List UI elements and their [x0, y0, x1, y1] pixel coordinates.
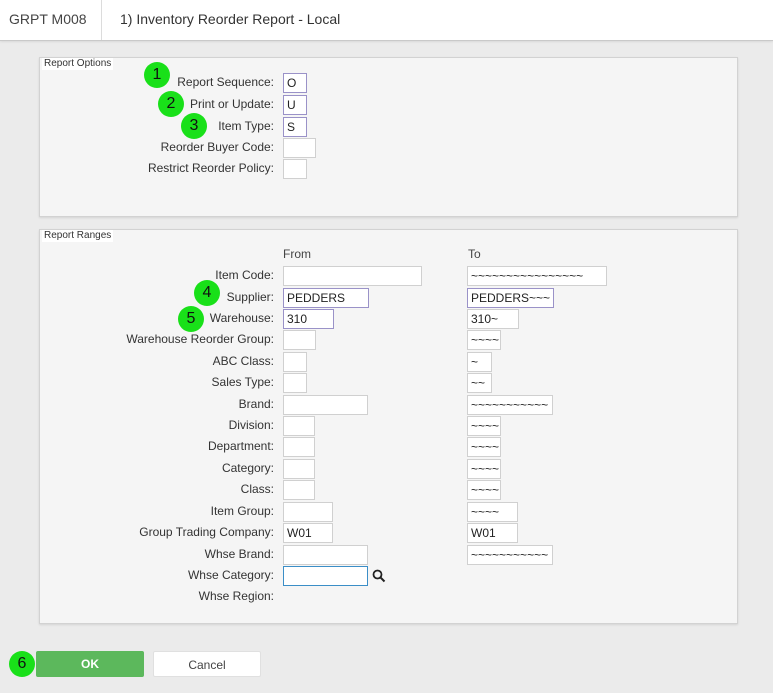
warehouse-reorder-group-to-field[interactable]: ~~~~ [467, 330, 501, 350]
warehouse-to-field[interactable]: 310~ [467, 309, 519, 329]
to-column-header: To [468, 247, 481, 261]
sales-type-label: Sales Type: [211, 375, 274, 389]
item-group-label: Item Group: [210, 504, 274, 518]
sales-type-from-field[interactable] [283, 373, 307, 393]
step-badge-1: 1 [144, 62, 170, 88]
restrict-reorder-policy-label: Restrict Reorder Policy: [147, 161, 274, 175]
reorder-buyer-code-field[interactable] [283, 138, 316, 158]
division-label: Division: [228, 418, 274, 432]
item-code-from-field[interactable] [283, 266, 422, 286]
warehouse-from-field[interactable]: 310 [283, 309, 334, 329]
category-to-field[interactable]: ~~~~ [467, 459, 501, 479]
step-badge-6: 6 [9, 651, 35, 677]
from-column-header: From [283, 247, 311, 261]
reorder-buyer-code-label: Reorder Buyer Code: [160, 140, 274, 154]
cancel-button[interactable]: Cancel [153, 651, 261, 677]
abc-class-from-field[interactable] [283, 352, 307, 372]
page-title: 1) Inventory Reorder Report - Local [120, 11, 341, 27]
item-group-from-field[interactable] [283, 502, 333, 522]
report-sequence-field[interactable]: O [283, 73, 307, 93]
item-group-to-field[interactable]: ~~~~ [467, 502, 518, 522]
whse-brand-from-field[interactable] [283, 545, 368, 565]
group-trading-company-from-field[interactable]: W01 [283, 523, 333, 543]
supplier-label: Supplier: [226, 290, 274, 304]
division-from-field[interactable] [283, 416, 315, 436]
search-icon[interactable] [372, 569, 386, 583]
whse-brand-label: Whse Brand: [204, 547, 274, 561]
brand-label: Brand: [238, 397, 274, 411]
whse-region-label: Whse Region: [198, 589, 274, 603]
brand-to-field[interactable]: ~~~~~~~~~~~ [467, 395, 553, 415]
program-code: GRPT M008 [0, 0, 102, 40]
class-from-field[interactable] [283, 480, 315, 500]
step-badge-2: 2 [158, 91, 184, 117]
supplier-to-field[interactable]: PEDDERS~~~ [467, 288, 554, 308]
report-options-legend: Report Options [42, 58, 114, 70]
item-type-field[interactable]: S [283, 117, 307, 137]
sales-type-to-field[interactable]: ~~ [467, 373, 492, 393]
supplier-from-field[interactable]: PEDDERS [283, 288, 369, 308]
print-or-update-label: Print or Update: [189, 97, 274, 111]
category-from-field[interactable] [283, 459, 315, 479]
item-code-label: Item Code: [215, 268, 274, 282]
class-label: Class: [240, 482, 274, 496]
restrict-reorder-policy-field[interactable] [283, 159, 307, 179]
warehouse-reorder-group-label: Warehouse Reorder Group: [126, 332, 274, 346]
step-badge-3: 3 [181, 113, 207, 139]
group-trading-company-to-field[interactable]: W01 [467, 523, 518, 543]
brand-from-field[interactable] [283, 395, 368, 415]
step-badge-4: 4 [194, 280, 220, 306]
class-to-field[interactable]: ~~~~ [467, 480, 501, 500]
ok-button[interactable]: OK [36, 651, 144, 677]
category-label: Category: [221, 461, 274, 475]
department-from-field[interactable] [283, 437, 315, 457]
department-label: Department: [207, 439, 274, 453]
whse-brand-to-field[interactable]: ~~~~~~~~~~~ [467, 545, 553, 565]
division-to-field[interactable]: ~~~~ [467, 416, 501, 436]
abc-class-to-field[interactable]: ~ [467, 352, 492, 372]
step-badge-5: 5 [178, 306, 204, 332]
abc-class-label: ABC Class: [212, 354, 274, 368]
warehouse-reorder-group-from-field[interactable] [283, 330, 316, 350]
whse-category-label: Whse Category: [187, 568, 274, 582]
group-trading-company-label: Group Trading Company: [139, 525, 274, 539]
print-or-update-field[interactable]: U [283, 95, 307, 115]
report-sequence-label: Report Sequence: [177, 75, 274, 89]
top-bar: GRPT M008 1) Inventory Reorder Report - … [0, 0, 773, 41]
item-code-to-field[interactable]: ~~~~~~~~~~~~~~~~ [467, 266, 607, 286]
whse-category-from-field[interactable] [283, 566, 368, 586]
report-ranges-legend: Report Ranges [42, 230, 114, 242]
department-to-field[interactable]: ~~~~ [467, 437, 501, 457]
